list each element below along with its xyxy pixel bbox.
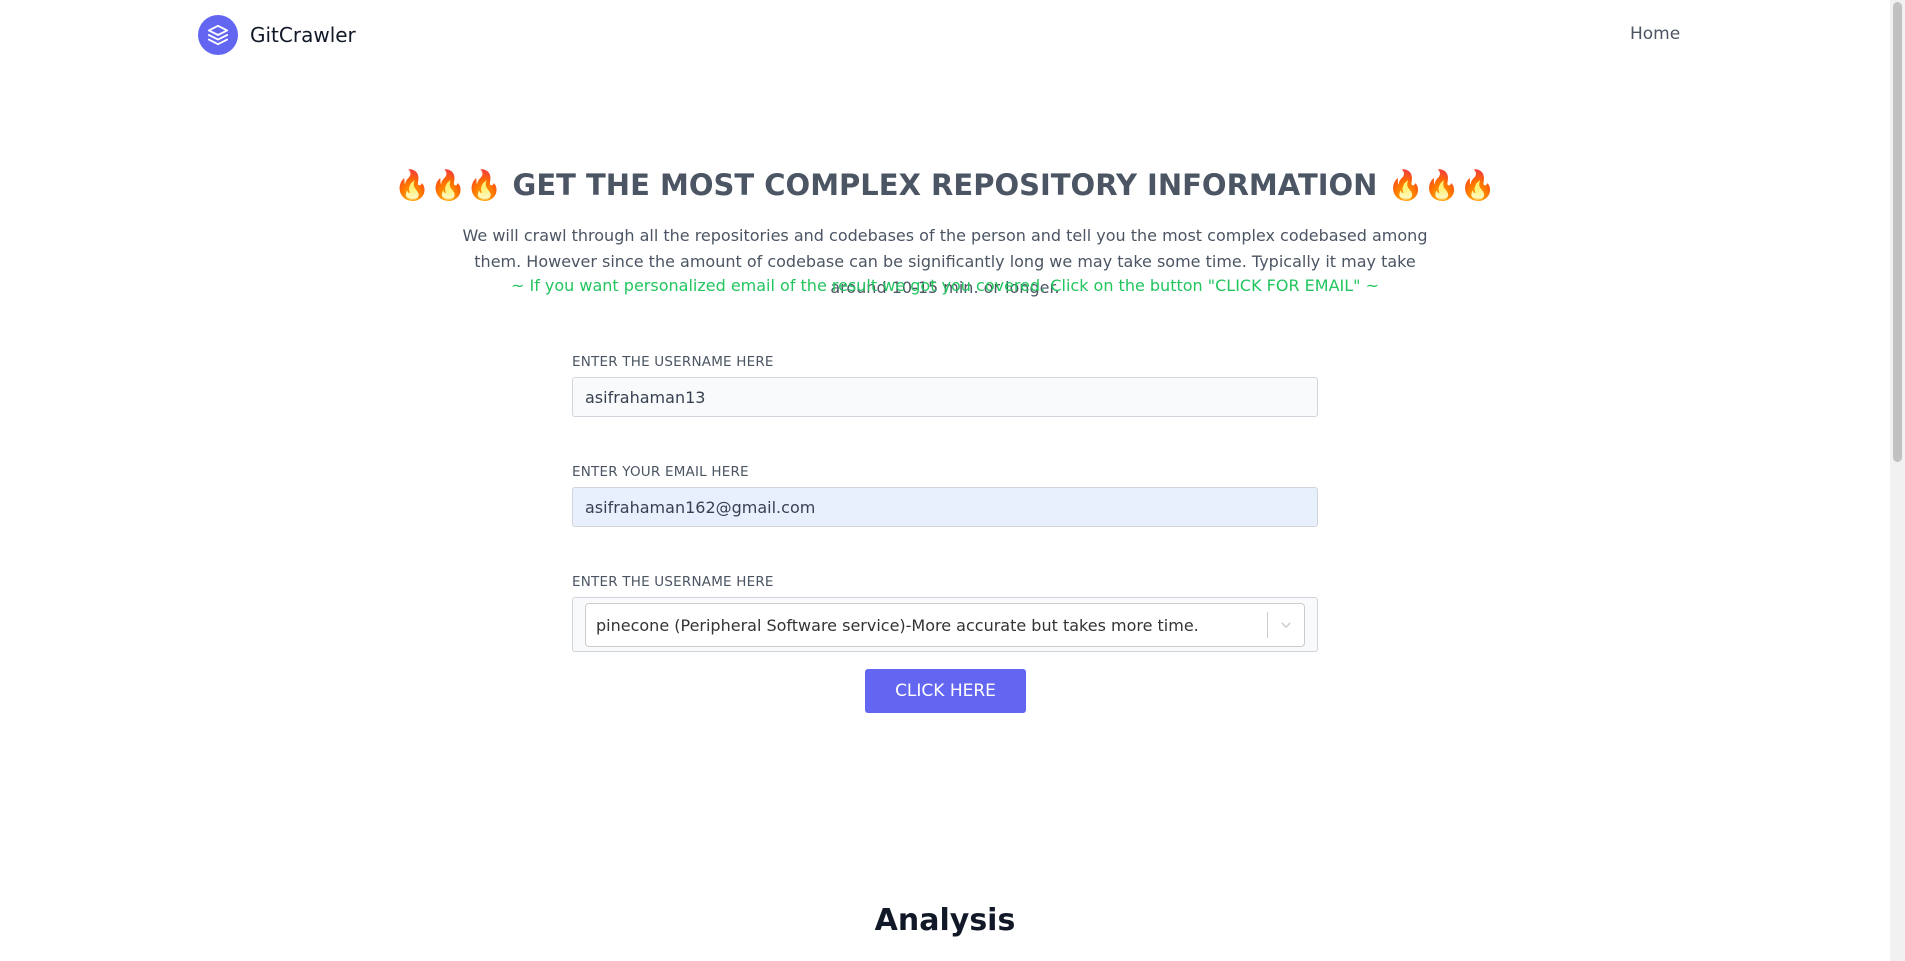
service-select-container: pinecone (Peripheral Software service)-M… xyxy=(572,597,1318,652)
nav-home-link[interactable]: Home xyxy=(1630,24,1680,44)
submit-button[interactable]: CLICK HERE xyxy=(865,669,1026,713)
analysis-title: Analysis xyxy=(874,903,1016,938)
username-input[interactable] xyxy=(572,377,1318,417)
page-scrollbar[interactable] xyxy=(1890,0,1905,961)
chevron-down-icon[interactable] xyxy=(1268,604,1304,646)
layers-icon xyxy=(198,15,238,55)
header: GitCrawler Home xyxy=(0,0,1890,70)
page: GitCrawler Home 🔥🔥🔥 GET THE MOST COMPLEX… xyxy=(0,0,1905,961)
email-label: ENTER YOUR EMAIL HERE xyxy=(572,464,749,480)
service-select-value: pinecone (Peripheral Software service)-M… xyxy=(596,615,1199,635)
email-input[interactable] xyxy=(572,487,1318,527)
brand-link[interactable]: GitCrawler xyxy=(198,15,356,55)
page-title: 🔥🔥🔥 GET THE MOST COMPLEX REPOSITORY INFO… xyxy=(394,168,1496,202)
email-note: ~ If you want personalized email of the … xyxy=(510,276,1380,295)
brand-name: GitCrawler xyxy=(250,23,356,47)
service-select-label: ENTER THE USERNAME HERE xyxy=(572,574,774,590)
scrollbar-thumb[interactable] xyxy=(1893,2,1902,462)
username-label: ENTER THE USERNAME HERE xyxy=(572,354,774,370)
service-select[interactable]: pinecone (Peripheral Software service)-M… xyxy=(585,603,1305,647)
